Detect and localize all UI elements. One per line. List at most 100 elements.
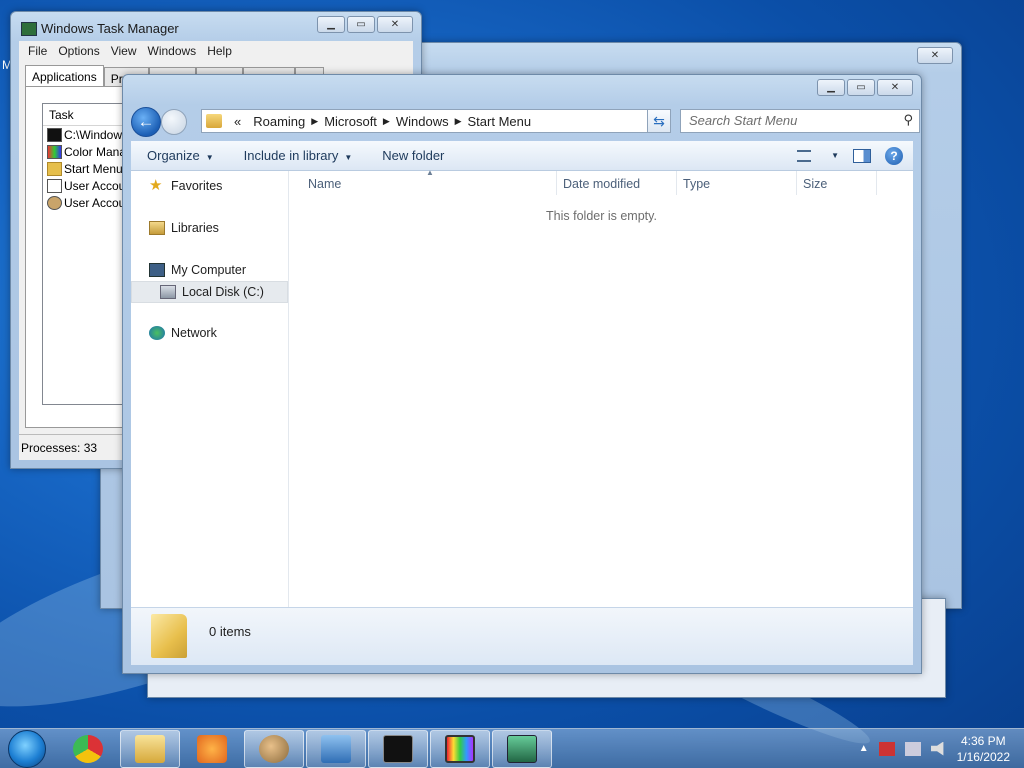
minimize-button[interactable]: ▁: [317, 16, 345, 33]
close-button[interactable]: ✕: [377, 16, 413, 33]
chevron-down-icon: ▼: [205, 153, 214, 162]
taskbar: ▲ 4:36 PM 1/16/2022: [0, 728, 1024, 768]
chevron-right-icon[interactable]: ▶: [383, 116, 390, 127]
help-icon[interactable]: ?: [885, 146, 903, 165]
file-list[interactable]: Name ▲ Date modified Type Size This fold…: [290, 168, 913, 607]
drive-icon: [160, 285, 176, 299]
forward-button[interactable]: [161, 109, 187, 135]
control-panel-icon: [321, 734, 351, 763]
cmd-icon: [47, 127, 62, 142]
column-label: Size: [803, 177, 828, 191]
breadcrumb-start-menu[interactable]: Start Menu: [462, 114, 538, 129]
taskbar-task-manager[interactable]: [492, 729, 552, 768]
column-label: Type: [683, 177, 711, 191]
close-button[interactable]: ✕: [877, 79, 913, 96]
maximize-button[interactable]: ▭: [847, 79, 875, 96]
include-in-library-button[interactable]: Include in library ▼: [228, 148, 367, 163]
refresh-button[interactable]: ⇆: [647, 109, 671, 133]
explorer-window[interactable]: ▁ ▭ ✕ ← « Roaming ▶ Microsoft ▶ Windows …: [122, 74, 922, 674]
folder-icon: [151, 614, 187, 658]
nav-network[interactable]: Network: [149, 326, 217, 340]
nav-libraries[interactable]: Libraries: [149, 221, 219, 235]
navigation-bar: ← « Roaming ▶ Microsoft ▶ Windows ▶ Star…: [131, 105, 920, 137]
taskbar-media-player[interactable]: [182, 730, 242, 768]
address-bar[interactable]: « Roaming ▶ Microsoft ▶ Windows ▶ Start …: [201, 109, 663, 133]
new-folder-label: New folder: [382, 148, 445, 163]
nav-local-disk[interactable]: Local Disk (C:): [131, 281, 288, 303]
column-label: Date modified: [563, 177, 641, 191]
volume-icon[interactable]: [930, 741, 944, 756]
item-count: 0 items: [209, 624, 251, 639]
menu-file[interactable]: File: [25, 41, 55, 61]
clock[interactable]: 4:36 PM 1/16/2022: [957, 733, 1010, 765]
search-input[interactable]: Search Start Menu ⚲: [680, 109, 920, 133]
column-label: Name: [308, 177, 342, 191]
close-button[interactable]: ✕: [917, 47, 953, 64]
view-options-icon[interactable]: [797, 149, 812, 162]
computer-icon: [149, 263, 165, 277]
taskbar-control-panel[interactable]: [306, 729, 366, 768]
organize-label: Organize: [147, 148, 200, 163]
star-icon: ★: [149, 177, 163, 194]
breadcrumb-microsoft[interactable]: Microsoft: [318, 114, 383, 129]
chevron-up-icon[interactable]: ▲: [859, 743, 869, 754]
users-icon: [259, 734, 289, 763]
nav-my-computer[interactable]: My Computer: [149, 263, 246, 277]
task-label: User Accour: [64, 195, 130, 210]
search-icon[interactable]: ⚲: [903, 112, 913, 128]
new-folder-button[interactable]: New folder: [366, 148, 458, 163]
column-name[interactable]: Name ▲: [290, 168, 557, 195]
menu-help[interactable]: Help: [204, 41, 240, 61]
network-tray-icon[interactable]: [904, 741, 921, 756]
library-icon: [149, 221, 165, 235]
taskbar-explorer[interactable]: [120, 729, 180, 768]
column-headers: Name ▲ Date modified Type Size: [290, 168, 913, 195]
window-icon: [47, 178, 62, 193]
system-tray: ▲ 4:36 PM 1/16/2022: [859, 733, 1024, 765]
taskbar-command-prompt[interactable]: [368, 729, 428, 768]
column-type[interactable]: Type: [677, 171, 797, 195]
command-bar: Organize ▼ Include in library ▼ New folder…: [131, 141, 913, 171]
users-icon: [47, 195, 62, 210]
minimize-button[interactable]: ▁: [817, 79, 845, 96]
breadcrumb-windows[interactable]: Windows: [390, 114, 455, 129]
action-center-icon[interactable]: [878, 741, 895, 756]
maximize-button[interactable]: ▭: [347, 16, 375, 33]
taskbar-user-accounts[interactable]: [244, 729, 304, 768]
chevron-down-icon: ▼: [344, 153, 353, 162]
media-player-icon: [197, 734, 227, 763]
folder-icon: [206, 114, 222, 128]
nav-label: Favorites: [171, 179, 223, 193]
menu-options[interactable]: Options: [55, 41, 107, 61]
column-size[interactable]: Size: [797, 171, 877, 195]
cmd-icon: [383, 734, 413, 763]
chevron-right-icon[interactable]: ▶: [311, 116, 318, 127]
nav-favorites[interactable]: ★ Favorites: [149, 177, 223, 194]
network-icon: [149, 326, 165, 340]
chevron-down-icon[interactable]: ▼: [831, 151, 839, 160]
back-button[interactable]: ←: [131, 107, 161, 137]
nav-label: Network: [171, 326, 217, 340]
folder-icon: [135, 734, 165, 763]
breadcrumb-roaming[interactable]: Roaming: [247, 114, 311, 129]
clock-date: 1/16/2022: [956, 749, 1010, 764]
navigation-pane: ★ Favorites Libraries My Computer Local …: [131, 171, 289, 607]
taskbar-chrome[interactable]: [58, 730, 118, 768]
menu-windows[interactable]: Windows: [145, 41, 205, 61]
details-pane: 0 items: [131, 607, 913, 665]
start-button[interactable]: [8, 729, 46, 768]
monitor-icon: [47, 144, 62, 159]
breadcrumb-overflow[interactable]: «: [228, 114, 247, 129]
folder-icon: [47, 161, 62, 176]
task-manager-icon: [21, 22, 37, 36]
column-date-modified[interactable]: Date modified: [557, 171, 677, 195]
monitor-icon: [445, 734, 475, 763]
chrome-icon: [73, 734, 103, 763]
menu-view[interactable]: View: [108, 41, 145, 61]
taskbar-color-management[interactable]: [430, 729, 490, 768]
tab-applications[interactable]: Applications: [25, 65, 104, 87]
chevron-right-icon[interactable]: ▶: [455, 116, 462, 127]
organize-button[interactable]: Organize ▼: [131, 148, 228, 163]
task-label: Start Menu: [64, 161, 123, 176]
preview-pane-icon[interactable]: [853, 148, 871, 163]
